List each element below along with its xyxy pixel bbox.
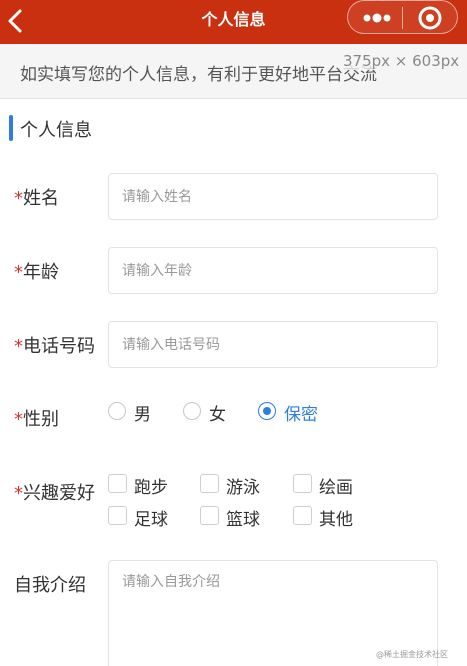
notice-banner: 如实填写您的个人信息，有利于更好地平台交流 375px × 603px	[0, 44, 467, 99]
target-circle-icon	[418, 6, 442, 30]
watermark: @稀土掘金技术社区	[376, 650, 448, 659]
checkbox-label: 绘画	[319, 478, 353, 498]
hobbies-label-text: 兴趣爱好	[23, 483, 95, 504]
back-button[interactable]	[2, 4, 32, 38]
radio-label: 女	[209, 405, 226, 425]
more-menu-button[interactable]	[356, 4, 398, 32]
required-mark: *	[14, 483, 23, 504]
checkbox-label: 跑步	[134, 478, 168, 498]
intro-label: 自我介绍	[14, 571, 86, 597]
checkbox[interactable]	[200, 506, 219, 525]
notice-text: 如实填写您的个人信息，有利于更好地平台交流	[20, 65, 377, 85]
phone-label-text: 电话号码	[23, 336, 95, 357]
radio-label: 男	[134, 405, 151, 425]
navigation-bar: 个人信息	[0, 0, 467, 44]
section-accent-bar	[9, 115, 13, 141]
checkbox[interactable]	[293, 474, 312, 493]
capsule-divider	[402, 7, 403, 29]
required-mark: *	[14, 262, 23, 283]
checkbox-label: 足球	[134, 510, 168, 530]
intro-label-text: 自我介绍	[14, 575, 86, 596]
name-label: *姓名	[14, 184, 59, 210]
checkbox-label: 篮球	[226, 510, 260, 530]
section-title: 个人信息	[20, 120, 92, 141]
checkbox[interactable]	[108, 474, 127, 493]
more-dots-icon	[363, 13, 391, 23]
checkbox-label: 游泳	[226, 478, 260, 498]
required-mark: *	[14, 336, 23, 357]
checkbox[interactable]	[293, 506, 312, 525]
viewport-size-label: 375px × 603px	[341, 52, 462, 70]
radio-circle[interactable]	[108, 402, 126, 420]
close-button[interactable]	[410, 4, 452, 32]
checkbox[interactable]	[108, 506, 127, 525]
gender-label: *性别	[14, 405, 59, 431]
radio-circle-selected[interactable]	[258, 402, 276, 420]
age-input[interactable]	[109, 248, 437, 293]
checkbox[interactable]	[200, 474, 219, 493]
hobbies-label: *兴趣爱好	[14, 479, 95, 505]
radio-circle[interactable]	[183, 402, 201, 420]
name-input[interactable]	[109, 174, 437, 219]
required-mark: *	[14, 188, 23, 209]
checkbox-label: 其他	[319, 510, 353, 530]
phone-label: *电话号码	[14, 332, 95, 358]
name-field	[108, 173, 438, 220]
chevron-left-icon	[8, 9, 22, 33]
phone-input[interactable]	[109, 322, 437, 367]
radio-label: 保密	[284, 405, 318, 425]
required-mark: *	[14, 409, 23, 430]
age-label: *年龄	[14, 258, 59, 284]
mini-program-capsule	[347, 0, 458, 34]
age-field	[108, 247, 438, 294]
phone-field	[108, 321, 438, 368]
age-label-text: 年龄	[23, 262, 59, 283]
name-label-text: 姓名	[23, 188, 59, 209]
gender-label-text: 性别	[23, 409, 59, 430]
